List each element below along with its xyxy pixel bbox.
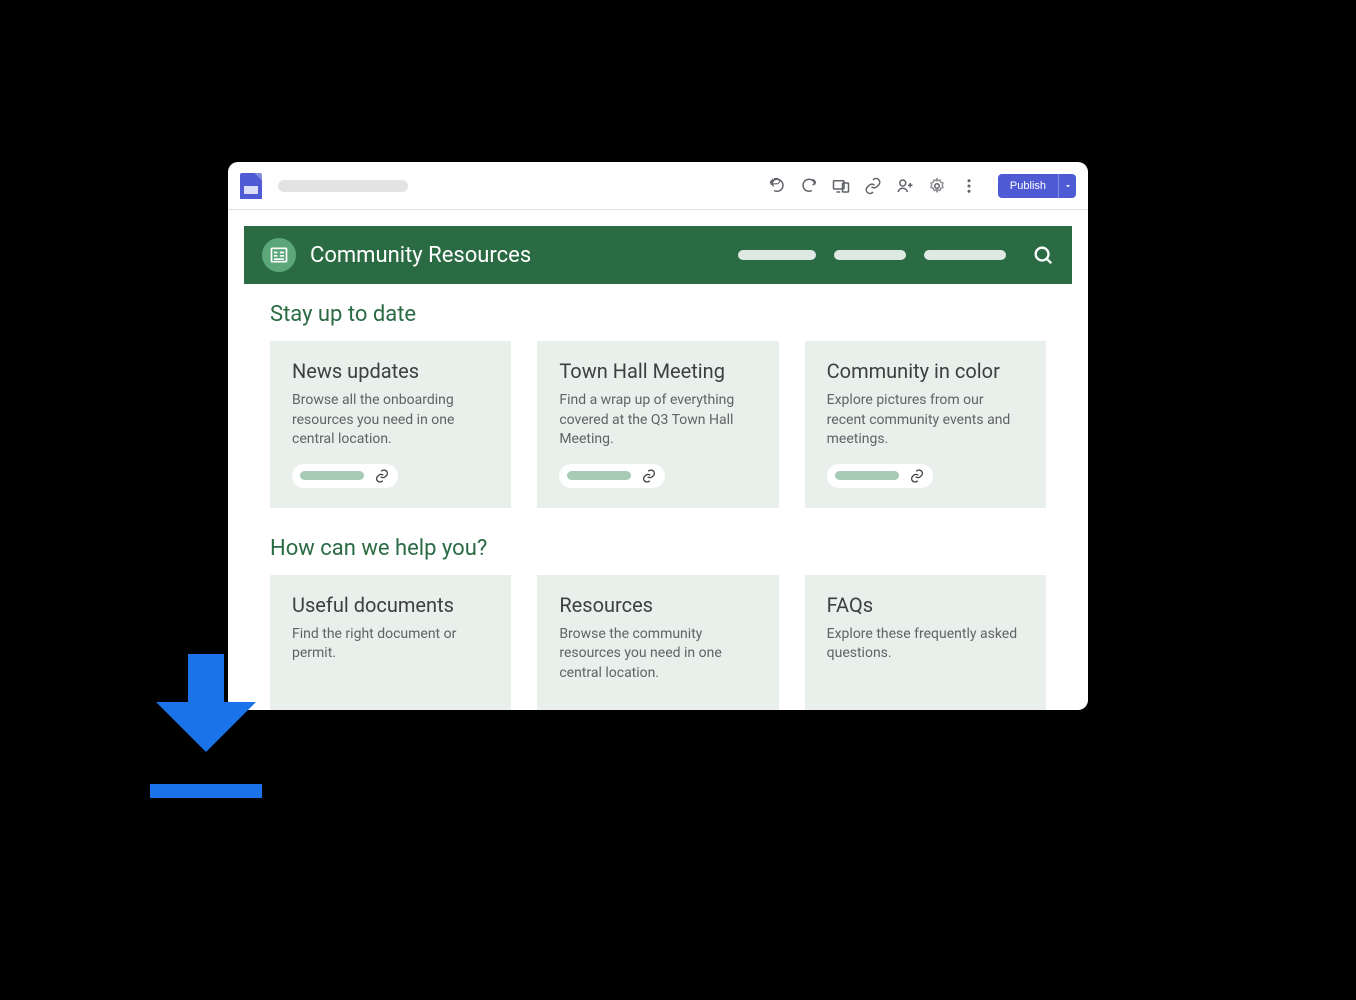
card-title: Community in color (827, 359, 1024, 383)
publish-dropdown-button[interactable] (1058, 174, 1076, 198)
card-title: FAQs (827, 593, 1024, 617)
app-toolbar: Publish (228, 162, 1088, 210)
site-header: Community Resources (244, 226, 1072, 284)
link-chip[interactable] (559, 464, 665, 488)
card-description: Explore these frequently asked questions… (827, 625, 1024, 664)
card-description: Find the right document or permit. (292, 625, 489, 664)
gear-icon[interactable] (928, 177, 946, 195)
link-icon (641, 468, 657, 484)
card-news-updates[interactable]: News updates Browse all the onboarding r… (270, 341, 511, 508)
section-title: Stay up to date (270, 302, 1046, 327)
card-title: News updates (292, 359, 489, 383)
card-town-hall[interactable]: Town Hall Meeting Find a wrap up of ever… (537, 341, 778, 508)
devices-icon[interactable] (832, 177, 850, 195)
card-title: Useful documents (292, 593, 489, 617)
link-chip-label-placeholder (300, 471, 364, 480)
card-description: Browse the community resources you need … (559, 625, 756, 684)
redo-icon[interactable] (800, 177, 818, 195)
link-icon[interactable] (864, 177, 882, 195)
site-title: Community Resources (310, 243, 724, 268)
card-title: Resources (559, 593, 756, 617)
card-row: News updates Browse all the onboarding r… (270, 341, 1046, 508)
card-faqs[interactable]: FAQs Explore these frequently asked ques… (805, 575, 1046, 710)
add-person-icon[interactable] (896, 177, 914, 195)
nav-links (738, 250, 1006, 260)
card-community-color[interactable]: Community in color Explore pictures from… (805, 341, 1046, 508)
nav-link-placeholder[interactable] (738, 250, 816, 260)
card-resources[interactable]: Resources Browse the community resources… (537, 575, 778, 710)
link-icon (909, 468, 925, 484)
nav-link-placeholder[interactable] (924, 250, 1006, 260)
app-logo-icon[interactable] (240, 173, 262, 199)
nav-link-placeholder[interactable] (834, 250, 906, 260)
card-description: Browse all the onboarding resources you … (292, 391, 489, 450)
app-window: Publish Community Resources Stay up to d… (228, 162, 1088, 710)
card-useful-documents[interactable]: Useful documents Find the right document… (270, 575, 511, 710)
card-description: Explore pictures from our recent communi… (827, 391, 1024, 450)
document-title-placeholder[interactable] (278, 180, 408, 192)
card-description: Find a wrap up of everything covered at … (559, 391, 756, 450)
link-chip-label-placeholder (567, 471, 631, 480)
publish-button-group: Publish (998, 174, 1076, 198)
card-row: Useful documents Find the right document… (270, 575, 1046, 710)
link-chip[interactable] (827, 464, 933, 488)
section-title: How can we help you? (270, 536, 1046, 561)
link-chip[interactable] (292, 464, 398, 488)
link-icon (374, 468, 390, 484)
publish-button[interactable]: Publish (998, 174, 1058, 198)
card-title: Town Hall Meeting (559, 359, 756, 383)
link-chip-label-placeholder (835, 471, 899, 480)
download-icon (150, 654, 262, 798)
more-icon[interactable] (960, 177, 978, 195)
undo-icon[interactable] (768, 177, 786, 195)
site-content: Stay up to date News updates Browse all … (244, 284, 1072, 710)
site-logo-icon (262, 238, 296, 272)
toolbar-icon-group (768, 177, 978, 195)
search-icon[interactable] (1032, 244, 1054, 266)
site-preview: Community Resources Stay up to date News… (228, 210, 1088, 710)
